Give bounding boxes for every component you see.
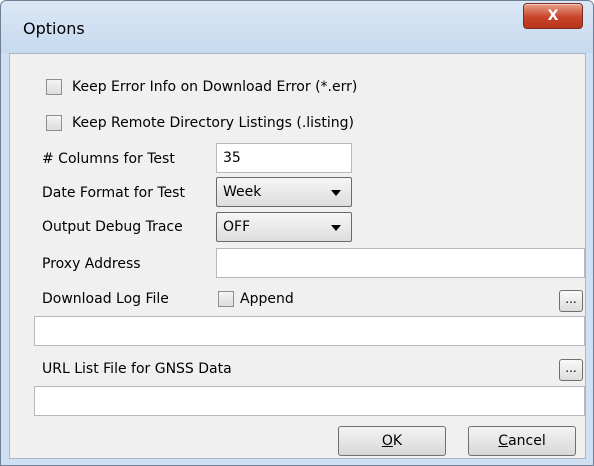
append-option[interactable]: Append — [218, 291, 294, 307]
append-label: Append — [240, 291, 294, 307]
cancel-label-rest: ancel — [508, 433, 546, 449]
download-log-browse-button[interactable]: ... — [559, 290, 583, 312]
cancel-mnemonic: C — [498, 433, 509, 449]
chevron-down-icon — [331, 225, 341, 231]
url-list-label: URL List File for GNSS Data — [42, 361, 232, 377]
debug-trace-label: Output Debug Trace — [42, 219, 183, 235]
url-list-path-input[interactable] — [34, 386, 585, 416]
close-button[interactable]: X — [523, 3, 583, 29]
options-dialog: Options X Keep Error Info on Download Er… — [0, 0, 594, 466]
close-icon: X — [547, 8, 559, 24]
ok-label-rest: K — [392, 433, 403, 449]
title-bar[interactable]: Options X — [1, 1, 593, 53]
columns-input[interactable]: 35 — [216, 143, 352, 173]
dialog-client-area: Keep Error Info on Download Error (*.err… — [9, 53, 586, 459]
date-format-select[interactable]: Week — [216, 177, 352, 207]
keep-listings-label: Keep Remote Directory Listings (.listing… — [72, 115, 354, 131]
debug-trace-value: OFF — [223, 219, 251, 235]
columns-label: # Columns for Test — [42, 151, 175, 167]
ok-mnemonic: O — [381, 433, 393, 449]
download-log-label: Download Log File — [42, 291, 169, 307]
debug-trace-select[interactable]: OFF — [216, 212, 352, 242]
ok-button[interactable]: OK — [338, 426, 446, 456]
append-checkbox[interactable] — [218, 291, 234, 307]
date-format-value: Week — [223, 184, 262, 200]
keep-listings-checkbox[interactable] — [46, 115, 62, 131]
keep-listings-option[interactable]: Keep Remote Directory Listings (.listing… — [46, 115, 354, 131]
proxy-label: Proxy Address — [42, 256, 141, 272]
dialog-title: Options — [23, 19, 85, 38]
cancel-button[interactable]: Cancel — [468, 426, 576, 456]
keep-error-info-checkbox[interactable] — [46, 79, 62, 95]
download-log-path-input[interactable] — [34, 316, 585, 346]
date-format-label: Date Format for Test — [42, 185, 185, 201]
url-list-browse-button[interactable]: ... — [559, 359, 583, 381]
keep-error-info-option[interactable]: Keep Error Info on Download Error (*.err… — [46, 79, 357, 95]
keep-error-info-label: Keep Error Info on Download Error (*.err… — [72, 79, 358, 95]
chevron-down-icon — [331, 190, 341, 196]
proxy-input[interactable] — [216, 248, 585, 278]
